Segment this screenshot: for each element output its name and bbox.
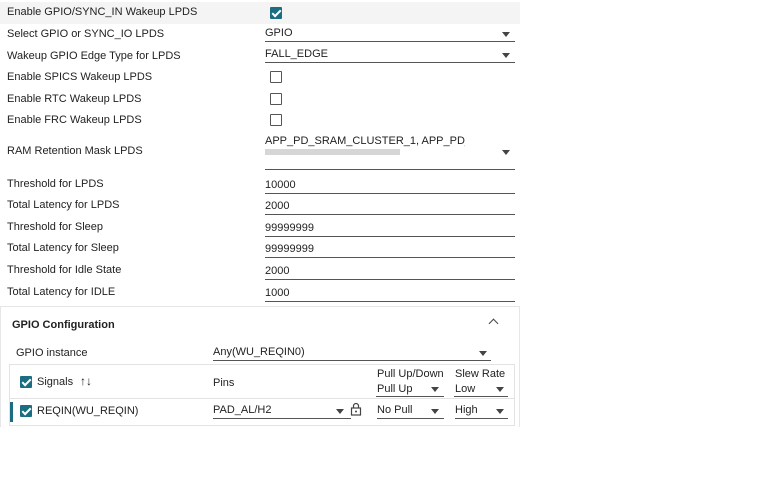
pin-dropdown[interactable]: PAD_AL/H2 xyxy=(213,403,351,419)
latency-lpds-input[interactable]: 2000 xyxy=(265,199,515,215)
chevron-down-icon[interactable] xyxy=(502,150,510,155)
setting-row-latency-sleep: Total Latency for Sleep 99999999 xyxy=(0,238,520,260)
sort-icon[interactable]: ↑↓ xyxy=(80,374,92,388)
gpio-signals-table: Signals ↑↓ Pins Pull Up/Down Pull Up Sle… xyxy=(9,364,515,426)
gpio-configuration-title: GPIO Configuration xyxy=(12,319,115,331)
threshold-lpds-label: Threshold for LPDS xyxy=(7,178,104,190)
select-gpio-sync-label: Select GPIO or SYNC_IO LPDS xyxy=(7,28,165,40)
latency-lpds-label: Total Latency for LPDS xyxy=(7,199,120,211)
threshold-idle-label: Threshold for Idle State xyxy=(7,264,122,276)
chevron-down-icon[interactable] xyxy=(336,409,344,414)
latency-idle-input[interactable]: 1000 xyxy=(265,286,515,302)
pull-column-header: Pull Up/Down xyxy=(377,368,444,380)
chevron-down-icon[interactable] xyxy=(431,409,439,414)
latency-lpds-value: 2000 xyxy=(265,200,290,212)
setting-row-threshold-idle: Threshold for Idle State 2000 xyxy=(0,260,520,282)
frc-wakeup-checkbox[interactable] xyxy=(270,114,282,126)
lock-icon[interactable] xyxy=(350,402,362,416)
pull-value: No Pull xyxy=(377,404,413,416)
slew-default-value[interactable]: Low xyxy=(455,383,475,395)
table-row: REQIN(WU_REQIN) PAD_AL/H2 No Pull High xyxy=(10,399,514,425)
setting-row-threshold-lpds: Threshold for LPDS 10000 xyxy=(0,174,520,196)
spics-wakeup-label: Enable SPICS Wakeup LPDS xyxy=(7,71,153,83)
signal-row-checkbox[interactable] xyxy=(20,405,32,417)
threshold-lpds-input[interactable]: 10000 xyxy=(265,178,515,194)
chevron-down-icon[interactable] xyxy=(496,387,504,392)
pull-default-value[interactable]: Pull Up xyxy=(377,383,412,395)
chevron-down-icon[interactable] xyxy=(496,409,504,414)
setting-row-wakeup-edge: Wakeup GPIO Edge Type for LPDS FALL_EDGE xyxy=(0,45,520,67)
gpio-configuration-section: GPIO Configuration GPIO instance Any(WU_… xyxy=(0,306,520,427)
latency-idle-value: 1000 xyxy=(265,287,290,299)
gpio-sync-in-wakeup-checkbox[interactable] xyxy=(270,7,282,19)
setting-row-rtc-wakeup: Enable RTC Wakeup LPDS xyxy=(0,89,520,111)
ram-retention-label: RAM Retention Mask LPDS xyxy=(7,145,143,157)
ram-retention-underline xyxy=(265,169,515,170)
rtc-wakeup-label: Enable RTC Wakeup LPDS xyxy=(7,93,142,105)
wakeup-edge-value: FALL_EDGE xyxy=(265,48,328,60)
frc-wakeup-label: Enable FRC Wakeup LPDS xyxy=(7,114,142,126)
chevron-up-icon[interactable] xyxy=(488,318,499,329)
pins-column-header: Pins xyxy=(213,377,235,389)
setting-row-latency-lpds: Total Latency for LPDS 2000 xyxy=(0,195,520,217)
chevron-down-icon[interactable] xyxy=(431,387,439,392)
setting-row-select-gpio-sync: Select GPIO or SYNC_IO LPDS GPIO xyxy=(0,24,520,46)
chevron-down-icon[interactable] xyxy=(479,351,487,356)
chevron-down-icon[interactable] xyxy=(502,32,510,37)
setting-row-frc-wakeup: Enable FRC Wakeup LPDS xyxy=(0,110,520,132)
threshold-lpds-value: 10000 xyxy=(265,179,296,191)
gpio-sync-in-wakeup-label: Enable GPIO/SYNC_IN Wakeup LPDS xyxy=(7,6,198,18)
select-gpio-sync-value: GPIO xyxy=(265,27,293,39)
wakeup-edge-label: Wakeup GPIO Edge Type for LPDS xyxy=(7,50,181,62)
threshold-sleep-input[interactable]: 99999999 xyxy=(265,221,515,237)
wakeup-edge-dropdown[interactable]: FALL_EDGE xyxy=(265,47,515,63)
threshold-idle-input[interactable]: 2000 xyxy=(265,264,515,280)
latency-sleep-input[interactable]: 99999999 xyxy=(265,242,515,258)
latency-sleep-value: 99999999 xyxy=(265,243,314,255)
horizontal-scrollbar[interactable] xyxy=(265,149,400,155)
slew-value: High xyxy=(455,404,478,416)
signals-column-header: Signals xyxy=(37,376,74,388)
setting-row-ram-retention: RAM Retention Mask LPDS APP_PD_SRAM_CLUS… xyxy=(0,132,520,172)
rtc-wakeup-checkbox[interactable] xyxy=(270,93,282,105)
setting-row-spics-wakeup: Enable SPICS Wakeup LPDS xyxy=(0,67,520,89)
chevron-down-icon[interactable] xyxy=(502,53,510,58)
lpds-settings-panel: Enable GPIO/SYNC_IN Wakeup LPDS Select G… xyxy=(0,0,520,427)
signal-name: REQIN(WU_REQIN) xyxy=(37,405,139,417)
select-gpio-sync-dropdown[interactable]: GPIO xyxy=(265,26,515,42)
slew-column-header: Slew Rate xyxy=(455,368,506,380)
row-selected-indicator xyxy=(10,402,13,422)
latency-sleep-label: Total Latency for Sleep xyxy=(7,242,119,254)
pin-value: PAD_AL/H2 xyxy=(213,404,272,416)
gpio-instance-dropdown[interactable]: Any(WU_REQIN0) xyxy=(213,345,491,361)
ram-retention-value: APP_PD_SRAM_CLUSTER_1, APP_PD_SR xyxy=(265,135,465,147)
threshold-sleep-label: Threshold for Sleep xyxy=(7,221,103,233)
setting-row-threshold-sleep: Threshold for Sleep 99999999 xyxy=(0,217,520,239)
threshold-idle-value: 2000 xyxy=(265,265,290,277)
threshold-sleep-value: 99999999 xyxy=(265,222,314,234)
pull-default-underline xyxy=(376,396,444,397)
gpio-instance-label: GPIO instance xyxy=(16,347,88,359)
spics-wakeup-checkbox[interactable] xyxy=(270,71,282,83)
setting-row-gpio-sync-in-wakeup: Enable GPIO/SYNC_IN Wakeup LPDS xyxy=(0,2,520,24)
slew-default-underline xyxy=(454,396,508,397)
setting-row-latency-idle: Total Latency for IDLE 1000 xyxy=(0,282,520,304)
select-all-signals-checkbox[interactable] xyxy=(20,376,32,388)
gpio-instance-value: Any(WU_REQIN0) xyxy=(213,346,305,358)
latency-idle-label: Total Latency for IDLE xyxy=(7,286,116,298)
